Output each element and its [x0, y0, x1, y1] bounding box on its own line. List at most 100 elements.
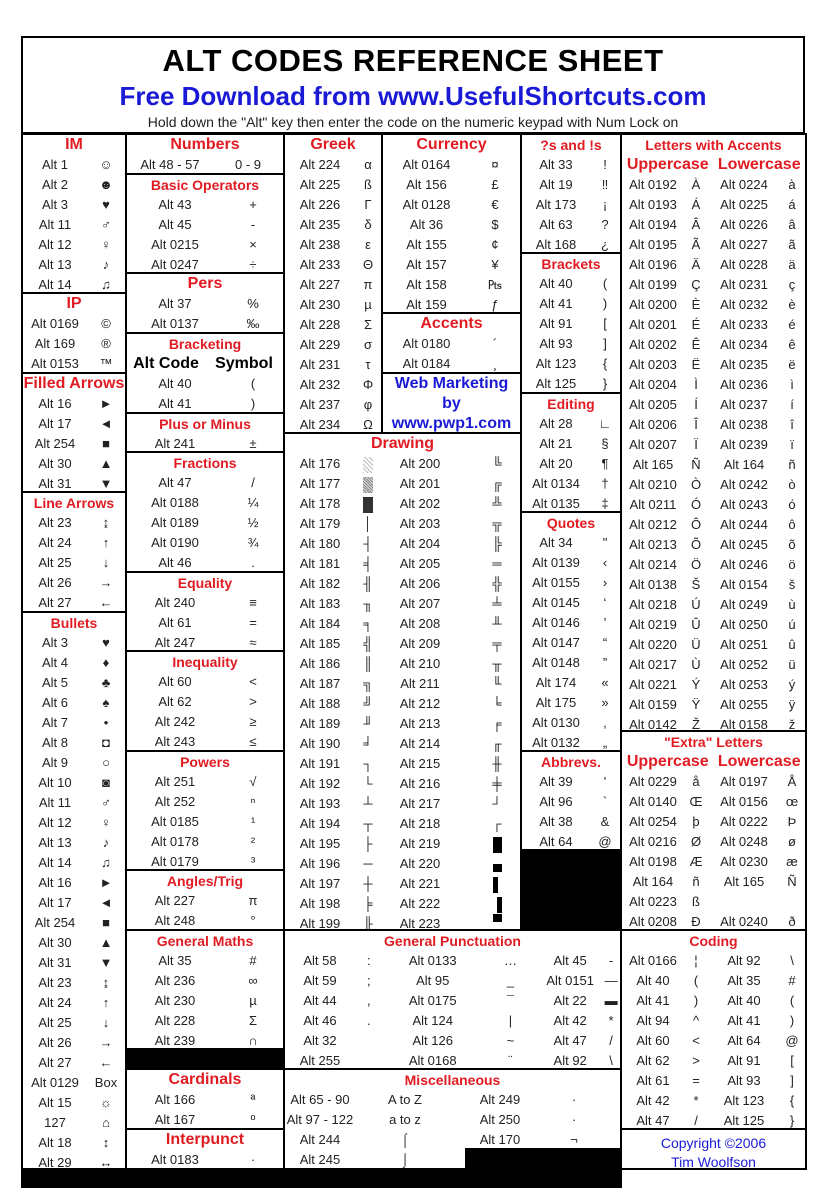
symbol: ⌂: [102, 1115, 110, 1130]
symbol: ╚: [492, 456, 502, 471]
alt-code: Alt 164: [632, 874, 674, 889]
symbol: ┬: [363, 816, 373, 831]
symbol: »: [601, 695, 609, 710]
symbol: Σ: [248, 1013, 258, 1028]
code-row: Alt 35 #: [127, 951, 283, 971]
symbol: Ç: [691, 277, 701, 292]
code-row: Alt 96 `: [522, 792, 620, 812]
symbol: π: [248, 893, 258, 908]
symbol: ♥: [102, 197, 110, 212]
column-header: Uppercase: [626, 156, 709, 173]
section-title: Drawing: [370, 435, 435, 452]
alt-code: Alt 209: [399, 636, 441, 651]
symbol: £: [491, 177, 499, 192]
symbol: «: [601, 675, 609, 690]
alt-code: Alt 206: [399, 576, 441, 591]
code-row: Alt 166 ª: [127, 1090, 283, 1110]
block-glyph-icon: [496, 896, 502, 913]
code-row: Alt 0195 Ã Alt 0227 ã: [622, 235, 805, 255]
symbol: Σ: [363, 317, 373, 332]
code-row: Alt 0196 Ä Alt 0228 ä: [622, 255, 805, 275]
symbol: ╥: [492, 656, 502, 671]
code-row: Alt 198 ╞ Alt 222: [285, 894, 520, 914]
code-row: Alt 16 ►: [23, 873, 125, 893]
alt-code: Alt 0233: [720, 317, 768, 332]
symbol: `: [602, 794, 608, 809]
alt-code: Alt 60: [636, 1033, 670, 1048]
alt-code: Alt 233: [299, 257, 341, 272]
symbol: Φ: [362, 377, 374, 392]
alt-code: Alt 91: [539, 316, 573, 331]
code-row: Alt 0204 Ì Alt 0236 ì: [622, 375, 805, 395]
code-row: Alt 28 ∟: [522, 414, 620, 434]
symbol: ╕: [363, 616, 373, 631]
symbol: ♂: [101, 795, 111, 810]
instruction-box: Hold down the "Alt" key then enter the c…: [21, 114, 805, 134]
alt-code: Alt 0216: [629, 834, 677, 849]
alt-code: Alt 188: [299, 696, 341, 711]
code-row: Alt 188 ╝ Alt 212 ╘: [285, 694, 520, 714]
code-row: Alt 17 ◄: [23, 893, 125, 913]
alt-code: Alt 16: [38, 396, 72, 411]
alt-code: Alt 17: [38, 895, 72, 910]
code-row: Alt 0219 Û Alt 0250 ú: [622, 615, 805, 635]
alt-code: Alt 224: [299, 157, 341, 172]
alt-code: Alt 24: [38, 535, 72, 550]
alt-code: Alt 0137: [151, 316, 199, 331]
code-row: Alt 254 ■: [23, 913, 125, 933]
code-row: Alt 62 >: [127, 692, 283, 712]
code-row: Alt 24 ↑: [23, 533, 125, 553]
alt-code: Alt 174: [535, 675, 577, 690]
alt-code: Alt 0201: [629, 317, 677, 332]
alt-code: Alt 0217: [629, 657, 677, 672]
symbol: Θ: [362, 257, 374, 272]
symbol: [355, 454, 381, 474]
accents-section: Accents Alt 0180 ´ Alt 0184 ¸: [381, 312, 522, 374]
alt-code: Alt 0180: [402, 336, 451, 351]
alt-code: Alt 242: [154, 714, 196, 729]
alt-code: Alt 0227: [720, 237, 768, 252]
symbol: Ï: [694, 437, 698, 452]
alt-code: Alt 19: [539, 177, 573, 192]
alt-code: Alt 0188: [151, 495, 199, 510]
symbol: -: [250, 217, 256, 232]
symbol: û: [788, 637, 796, 652]
web-marketing-line[interactable]: www.pwp1.com: [383, 414, 520, 432]
symbol: (: [789, 993, 795, 1008]
quotes-section: Quotes Alt 34 " Alt 0139 ‹ Alt 0155 › Alt 0145 ‘…: [520, 511, 622, 752]
code-row: Alt 0221 Ý Alt 0253 ý: [622, 675, 805, 695]
filler-block: [125, 1048, 285, 1070]
alt-code: Alt 0213: [629, 537, 677, 552]
alt-code: Alt 37: [158, 296, 192, 311]
alt-code: Alt 0204: [629, 377, 677, 392]
section-title: Bracketing: [168, 336, 242, 352]
code-row: Alt 23 ↨: [23, 973, 125, 993]
download-link[interactable]: Free Download from www.UsefulShortcuts.c…: [23, 80, 803, 112]
symbol: ■: [102, 915, 110, 930]
alt-code: Alt 46: [158, 555, 192, 570]
alt-code: Alt 3: [41, 635, 68, 650]
symbol: ´: [492, 336, 498, 351]
symbol: α: [364, 157, 372, 172]
symbol: ╙: [492, 676, 502, 691]
symbol: ß: [692, 894, 700, 909]
alt-code: Alt 13: [38, 835, 72, 850]
symbol: ☻: [99, 177, 113, 192]
symbol: À: [691, 177, 701, 192]
code-row: Alt 20 ¶: [522, 454, 620, 474]
symbol: _: [506, 973, 515, 988]
symbol: ú: [788, 617, 796, 632]
equality-section: Equality Alt 240 ≡ Alt 61 = Alt 247 ≈: [125, 571, 285, 652]
alt-code: Alt 0252: [720, 657, 768, 672]
alt-code: Alt 22: [553, 993, 587, 1008]
code-row: Alt 180 ┤ Alt 204 ╠: [285, 534, 520, 554]
alt-code: Alt 0134: [532, 476, 580, 491]
symbol: +: [249, 197, 257, 212]
symbol: ₧: [487, 277, 503, 292]
symbol: •: [103, 715, 109, 730]
code-row: Alt 233 Θ: [285, 255, 381, 275]
symbol: ├: [363, 836, 373, 851]
symbol: ╝: [363, 696, 373, 711]
currency-section: Currency Alt 0164 ¤ Alt 156 £ Alt 0128 € Alt 36…: [381, 133, 522, 314]
section-title: Miscellaneous: [404, 1072, 501, 1088]
